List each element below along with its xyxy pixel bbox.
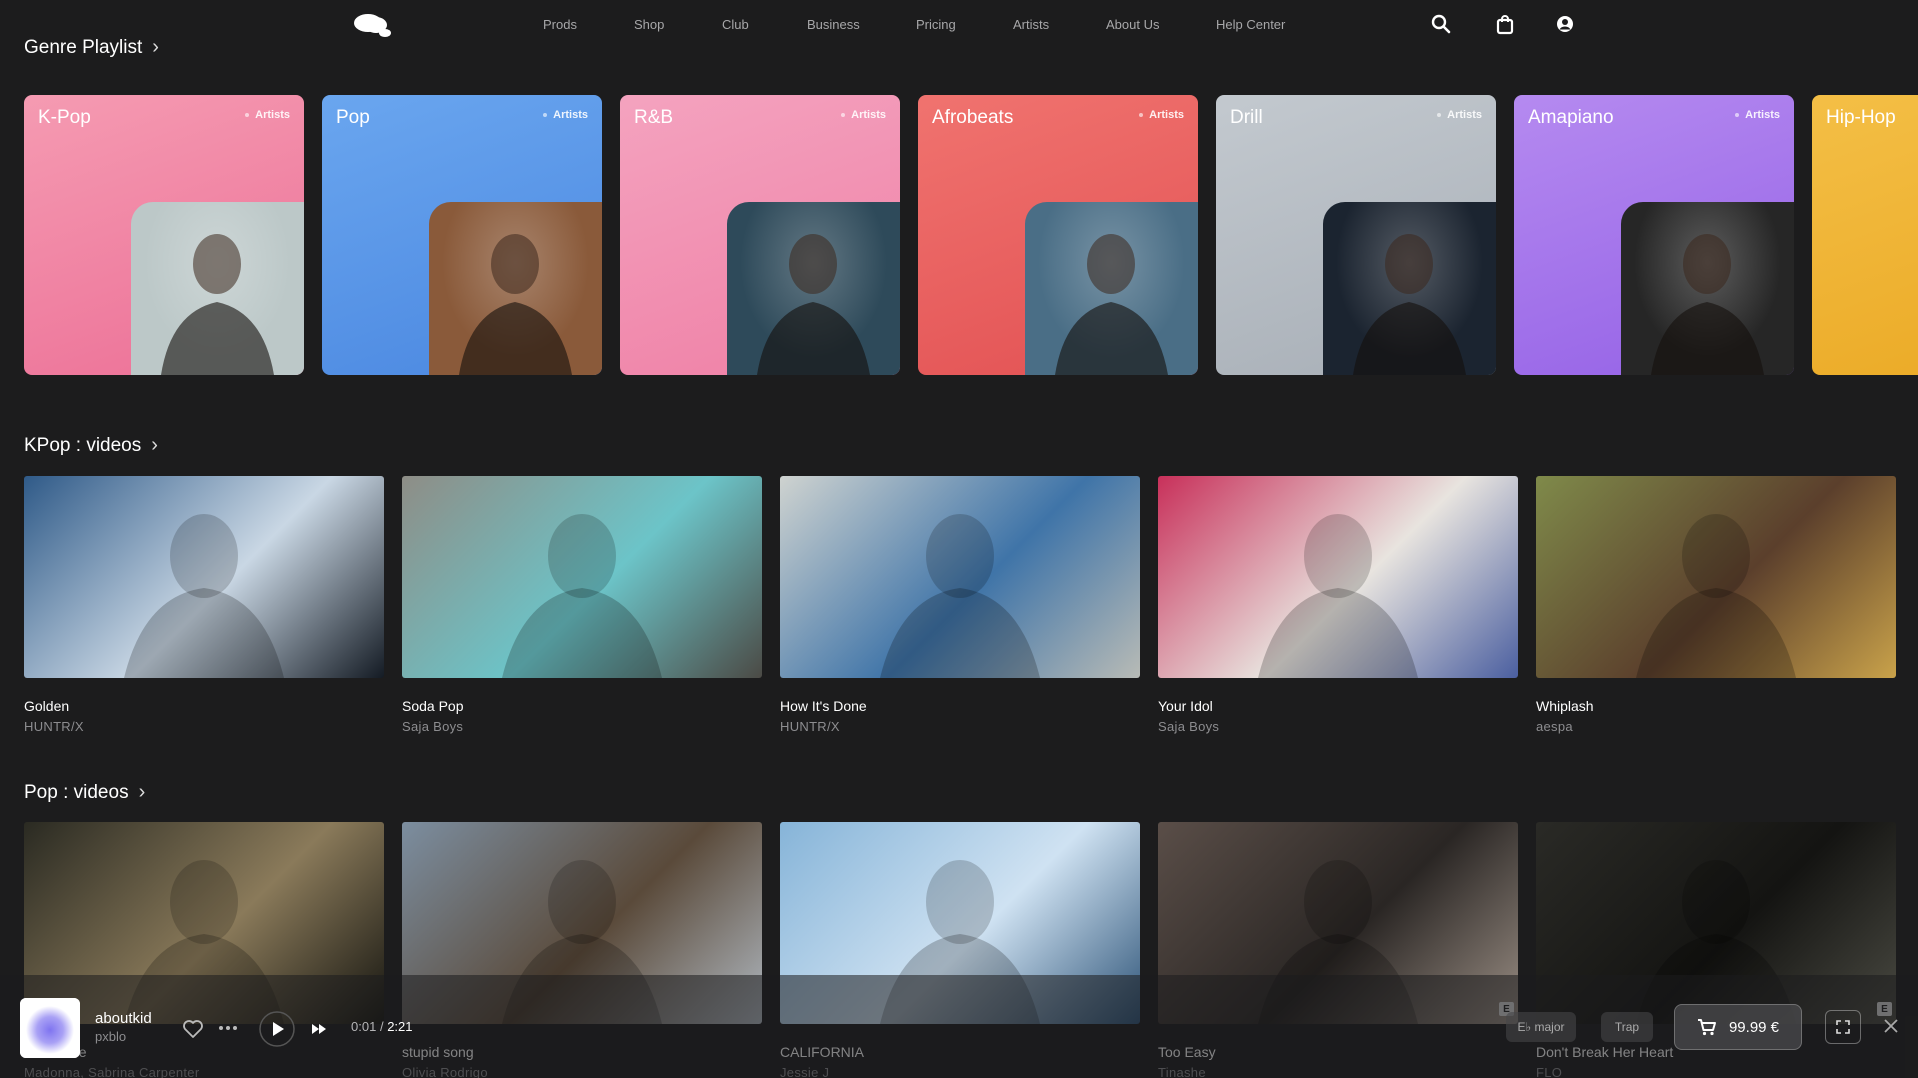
nav-link-club[interactable]: Club	[722, 17, 749, 32]
video-card[interactable]: Your Idol Saja Boys	[1158, 476, 1518, 734]
video-title[interactable]: Golden	[24, 698, 384, 714]
genre-tag-label: Artists	[553, 109, 588, 121]
chevron-right-icon: ›	[151, 434, 158, 456]
dot-icon	[1735, 113, 1740, 117]
nav-link-shop[interactable]: Shop	[634, 17, 664, 32]
video-artist[interactable]: Saja Boys	[402, 719, 762, 734]
video-card[interactable]: How It's Done HUNTR/X	[780, 476, 1140, 734]
video-thumbnail[interactable]	[780, 476, 1140, 678]
video-artist[interactable]: Saja Boys	[1158, 719, 1518, 734]
player-artwork[interactable]	[20, 998, 80, 1058]
video-thumbnail[interactable]	[24, 476, 384, 678]
bag-icon[interactable]	[1494, 13, 1516, 35]
section-title: Genre Playlist	[24, 36, 143, 58]
video-title[interactable]: Whiplash	[1536, 698, 1896, 714]
nav-link-artists[interactable]: Artists	[1013, 17, 1049, 32]
next-track-icon[interactable]	[311, 1022, 327, 1036]
genre-name: Amapiano	[1528, 107, 1614, 128]
genre-card-pop[interactable]: Pop Artists	[322, 95, 602, 375]
kpop-videos-header[interactable]: KPop : videos ›	[24, 434, 158, 457]
nav-link-about-us[interactable]: About Us	[1106, 17, 1159, 32]
video-artist[interactable]: HUNTR/X	[24, 719, 384, 734]
video-thumbnail[interactable]	[402, 476, 762, 678]
player-artist-name[interactable]: pxblo	[95, 1029, 126, 1044]
chevron-right-icon: ›	[152, 36, 159, 58]
expand-icon	[1836, 1020, 1850, 1034]
video-title[interactable]: Soda Pop	[402, 698, 762, 714]
pop-videos-header[interactable]: Pop : videos ›	[24, 781, 145, 804]
genre-name: Hip-Hop	[1826, 107, 1896, 128]
chevron-right-icon: ›	[138, 781, 146, 803]
key-chip[interactable]: E♭ major	[1506, 1012, 1576, 1042]
genre-playlist-header[interactable]: Genre Playlist ›	[24, 36, 159, 59]
genre-tag: Artists	[245, 109, 290, 121]
player-track-title[interactable]: aboutkid	[95, 1010, 152, 1027]
nav-link-help-center[interactable]: Help Center	[1216, 17, 1285, 32]
search-icon[interactable]	[1430, 13, 1452, 35]
genre-chip[interactable]: Trap	[1601, 1012, 1653, 1042]
video-card[interactable]: Golden HUNTR/X	[24, 476, 384, 734]
genre-name: Pop	[336, 107, 370, 128]
add-to-cart-button[interactable]: 99.99 €	[1674, 1004, 1802, 1050]
genre-card-hip-hop[interactable]: Hip-HopArtists	[1812, 95, 1918, 375]
nav-link-pricing[interactable]: Pricing	[916, 17, 956, 32]
heart-icon[interactable]	[182, 1019, 204, 1039]
dot-icon	[1437, 113, 1442, 117]
genre-tag-label: Artists	[1745, 109, 1780, 121]
artist-photo	[131, 202, 304, 375]
video-artist[interactable]: aespa	[1536, 719, 1896, 734]
dot-icon	[1139, 113, 1144, 117]
nav-link-prods[interactable]: Prods	[543, 17, 577, 32]
close-icon[interactable]	[1880, 1015, 1902, 1037]
genre-tag: Artists	[543, 109, 588, 121]
genre-tag: Artists	[1139, 109, 1184, 121]
video-card[interactable]: Soda Pop Saja Boys	[402, 476, 762, 734]
video-title[interactable]: How It's Done	[780, 698, 1140, 714]
genre-tag: Artists	[1735, 109, 1780, 121]
cart-icon	[1697, 1019, 1716, 1036]
genre-tag-label: Artists	[851, 109, 886, 121]
more-options-icon[interactable]	[218, 1023, 238, 1033]
account-icon[interactable]	[1554, 13, 1576, 35]
genre-tag-label: Artists	[1149, 109, 1184, 121]
dot-icon	[543, 113, 548, 117]
artist-photo	[429, 202, 602, 375]
artist-photo	[1025, 202, 1198, 375]
playback-time: 0:01 / 2:21	[351, 1019, 413, 1034]
dot-icon	[245, 113, 250, 117]
nav-link-business[interactable]: Business	[807, 17, 860, 32]
play-button[interactable]	[259, 1011, 295, 1047]
genre-name: Afrobeats	[932, 107, 1014, 128]
cloud-logo[interactable]	[352, 11, 392, 39]
genre-tag-label: Artists	[255, 109, 290, 121]
artist-photo	[727, 202, 900, 375]
genre-tag-label: Artists	[1447, 109, 1482, 121]
expand-player-button[interactable]	[1825, 1010, 1861, 1044]
video-title[interactable]: Your Idol	[1158, 698, 1518, 714]
genre-tag: Artists	[841, 109, 886, 121]
video-card[interactable]: Whiplash aespa	[1536, 476, 1896, 734]
genre-card-afrobeats[interactable]: Afrobeats Artists	[918, 95, 1198, 375]
section-title: KPop : videos	[24, 434, 142, 456]
genre-card-amapiano[interactable]: Amapiano Artists	[1514, 95, 1794, 375]
video-thumbnail[interactable]	[1158, 476, 1518, 678]
artist-photo	[1621, 202, 1794, 375]
genre-name: K-Pop	[38, 107, 91, 128]
genre-name: Drill	[1230, 107, 1263, 128]
genre-name: R&B	[634, 107, 674, 128]
video-artist[interactable]: HUNTR/X	[780, 719, 1140, 734]
section-title: Pop : videos	[24, 781, 129, 803]
genre-tag: Artists	[1437, 109, 1482, 121]
price-label: 99.99 €	[1728, 1018, 1780, 1036]
artist-photo	[1323, 202, 1496, 375]
genre-card-drill[interactable]: Drill Artists	[1216, 95, 1496, 375]
video-thumbnail[interactable]	[1536, 476, 1896, 678]
dot-icon	[841, 113, 846, 117]
time-total: 2:21	[387, 1019, 413, 1034]
top-nav: Prods Shop Club Business Pricing Artists…	[0, 0, 1918, 50]
genre-card-k-pop[interactable]: K-Pop Artists	[24, 95, 304, 375]
genre-card-r-b[interactable]: R&B Artists	[620, 95, 900, 375]
time-current: 0:01	[351, 1019, 377, 1034]
time-separator: /	[379, 1019, 384, 1034]
